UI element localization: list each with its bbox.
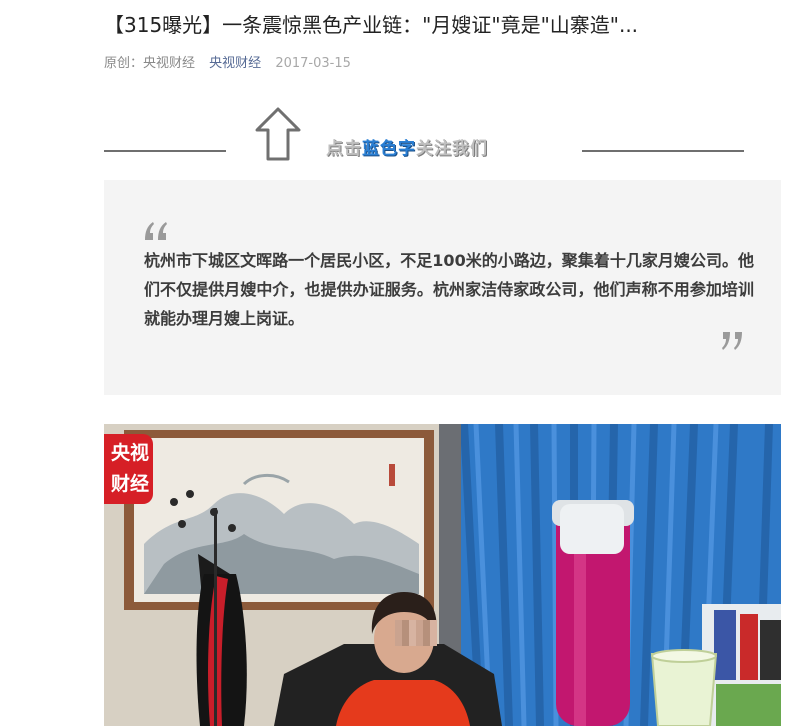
account-link[interactable]: 央视财经 bbox=[209, 56, 261, 71]
divider-right bbox=[582, 150, 744, 152]
quote-text: 杭州市下城区文晖路一个居民小区，不足100米的小路边，聚集着十几家月嫂公司。他们… bbox=[144, 251, 754, 328]
logo-line2: 财经 bbox=[110, 473, 149, 495]
article-meta: 原创：央视财经 央视财经 2017-03-15 bbox=[104, 54, 351, 74]
logo-line1: 央视 bbox=[110, 442, 149, 464]
cctv-finance-logo: 央视 财经 bbox=[104, 434, 153, 504]
close-quote-icon bbox=[722, 332, 742, 350]
scene-image bbox=[104, 424, 781, 726]
follow-highlight: 蓝色字 bbox=[362, 139, 416, 159]
author-label: 原创：央视财经 bbox=[104, 56, 196, 71]
open-quote-icon bbox=[145, 222, 167, 240]
follow-prefix: 点击 bbox=[326, 139, 362, 159]
divider-left bbox=[104, 150, 226, 152]
video-screenshot[interactable]: 央视 财经 bbox=[104, 424, 781, 726]
follow-suffix: 关注我们 bbox=[416, 139, 488, 159]
face-mosaic bbox=[395, 620, 437, 646]
follow-banner: 点击蓝色字关注我们 bbox=[104, 106, 744, 168]
up-arrow-icon bbox=[255, 107, 301, 161]
quote-block: 杭州市下城区文晖路一个居民小区，不足100米的小路边，聚集着十几家月嫂公司。他们… bbox=[104, 180, 781, 395]
follow-text[interactable]: 点击蓝色字关注我们 bbox=[326, 136, 488, 162]
article-title: 【315曝光】一条震惊黑色产业链："月嫂证"竟是"山寨造"... bbox=[104, 13, 639, 37]
publish-date: 2017-03-15 bbox=[275, 56, 351, 71]
